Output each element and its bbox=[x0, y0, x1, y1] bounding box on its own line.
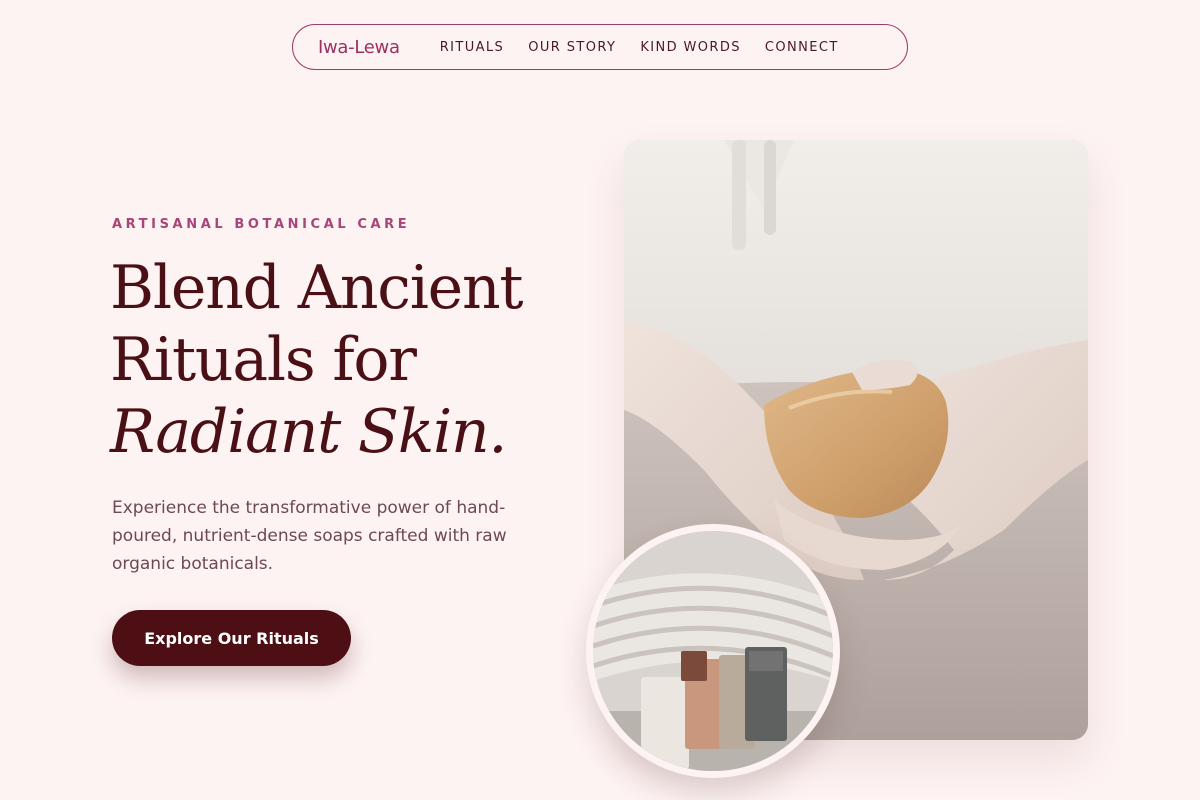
explore-rituals-button[interactable]: Explore Our Rituals bbox=[112, 610, 351, 666]
headline-line-1: Blend Ancient bbox=[110, 253, 524, 323]
headline-line-3: Radiant Skin. bbox=[110, 397, 507, 467]
hero-subcopy: Experience the transformative power of h… bbox=[112, 498, 507, 574]
headline-line-2: Rituals for bbox=[110, 325, 417, 395]
nav-link-connect[interactable]: CONNECT bbox=[765, 40, 839, 55]
top-navigation: Iwa-Lewa RITUALS OUR STORY KIND WORDS CO… bbox=[292, 24, 908, 70]
hero-secondary-image bbox=[586, 524, 840, 778]
nav-links: RITUALS OUR STORY KIND WORDS CONNECT bbox=[440, 40, 839, 55]
nav-link-kind-words[interactable]: KIND WORDS bbox=[640, 40, 741, 55]
soap-bars-illustration bbox=[593, 531, 833, 771]
hero-headline: Blend Ancient Rituals for Radiant Skin. bbox=[110, 252, 610, 468]
nav-link-rituals[interactable]: RITUALS bbox=[440, 40, 505, 55]
brand-logo[interactable]: Iwa-Lewa bbox=[318, 37, 400, 58]
nav-link-our-story[interactable]: OUR STORY bbox=[528, 40, 616, 55]
hero-eyebrow: ARTISANAL BOTANICAL CARE bbox=[112, 217, 411, 232]
